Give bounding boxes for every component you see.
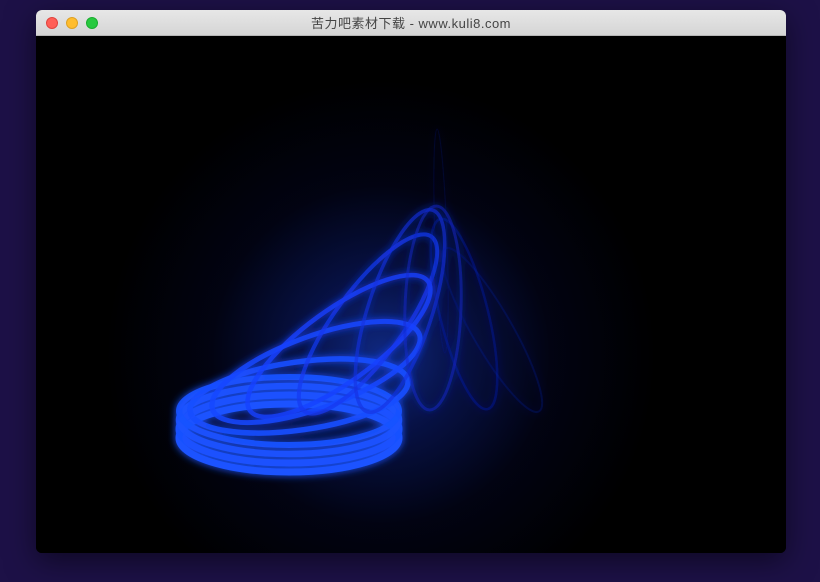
minimize-icon[interactable] (66, 17, 78, 29)
traffic-lights (46, 17, 98, 29)
close-icon[interactable] (46, 17, 58, 29)
window-title: 苦力吧素材下载 - www.kuli8.com (36, 13, 786, 32)
maximize-icon[interactable] (86, 17, 98, 29)
content-area (36, 36, 786, 553)
browser-window: 苦力吧素材下载 - www.kuli8.com (36, 10, 786, 553)
slinky-animation (36, 36, 786, 553)
titlebar: 苦力吧素材下载 - www.kuli8.com (36, 10, 786, 36)
